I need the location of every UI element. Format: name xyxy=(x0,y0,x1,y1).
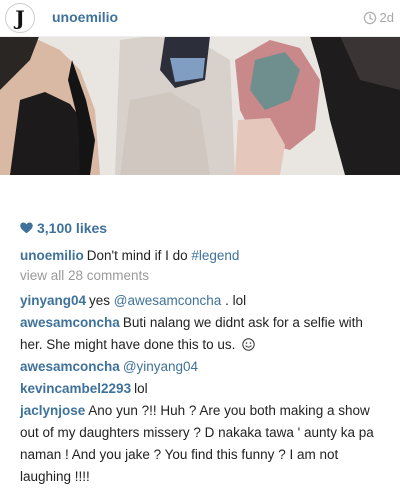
timestamp-text: 2d xyxy=(379,10,394,25)
hashtag-link[interactable]: #legend xyxy=(191,248,239,263)
likes-row[interactable]: 3,100 likes xyxy=(20,220,107,236)
comment-text: yes xyxy=(89,293,114,308)
clock-icon xyxy=(363,11,376,24)
caption-text: Don't mind if I do xyxy=(86,248,192,263)
view-all-comments-link[interactable]: view all 28 comments xyxy=(20,268,149,283)
comment-item: awesamconcha @yinyang04 xyxy=(20,356,388,378)
comment-username[interactable]: awesamconcha xyxy=(20,315,120,330)
post-header: J unoemilio 2d xyxy=(0,0,400,37)
caption-username[interactable]: unoemilio xyxy=(20,248,84,263)
comment-text: . lol xyxy=(221,293,247,308)
avatar-letter: J xyxy=(15,5,25,30)
post-username[interactable]: unoemilio xyxy=(52,9,118,25)
avatar[interactable]: J xyxy=(5,3,35,33)
comments-list: yinyang04 yes @awesamconcha . lol awesamc… xyxy=(20,290,388,488)
comment-item: awesamconcha Buti nalang we didnt ask for… xyxy=(20,312,388,356)
comment-item: kevincambel2293 lol xyxy=(20,378,388,400)
heart-icon xyxy=(20,222,33,234)
comment-item: yinyang04 yes @awesamconcha . lol xyxy=(20,290,388,312)
comment-item: jaclynjose Ano yun ?!! Huh ? Are you both… xyxy=(20,400,388,488)
post-caption: unoemilio Don't mind if I do #legend xyxy=(20,246,390,266)
post-timestamp: 2d xyxy=(363,10,394,25)
comment-text: lol xyxy=(134,381,148,396)
comment-mention[interactable]: @yinyang04 xyxy=(123,359,198,374)
comment-username[interactable]: awesamconcha xyxy=(20,359,120,374)
comment-username[interactable]: yinyang04 xyxy=(20,293,86,308)
likes-count: 3,100 likes xyxy=(37,220,108,236)
comment-username[interactable]: kevincambel2293 xyxy=(20,381,131,396)
comment-username[interactable]: jaclynjose xyxy=(20,403,85,418)
smiley-icon xyxy=(242,338,255,351)
comment-mention[interactable]: @awesamconcha xyxy=(114,293,222,308)
